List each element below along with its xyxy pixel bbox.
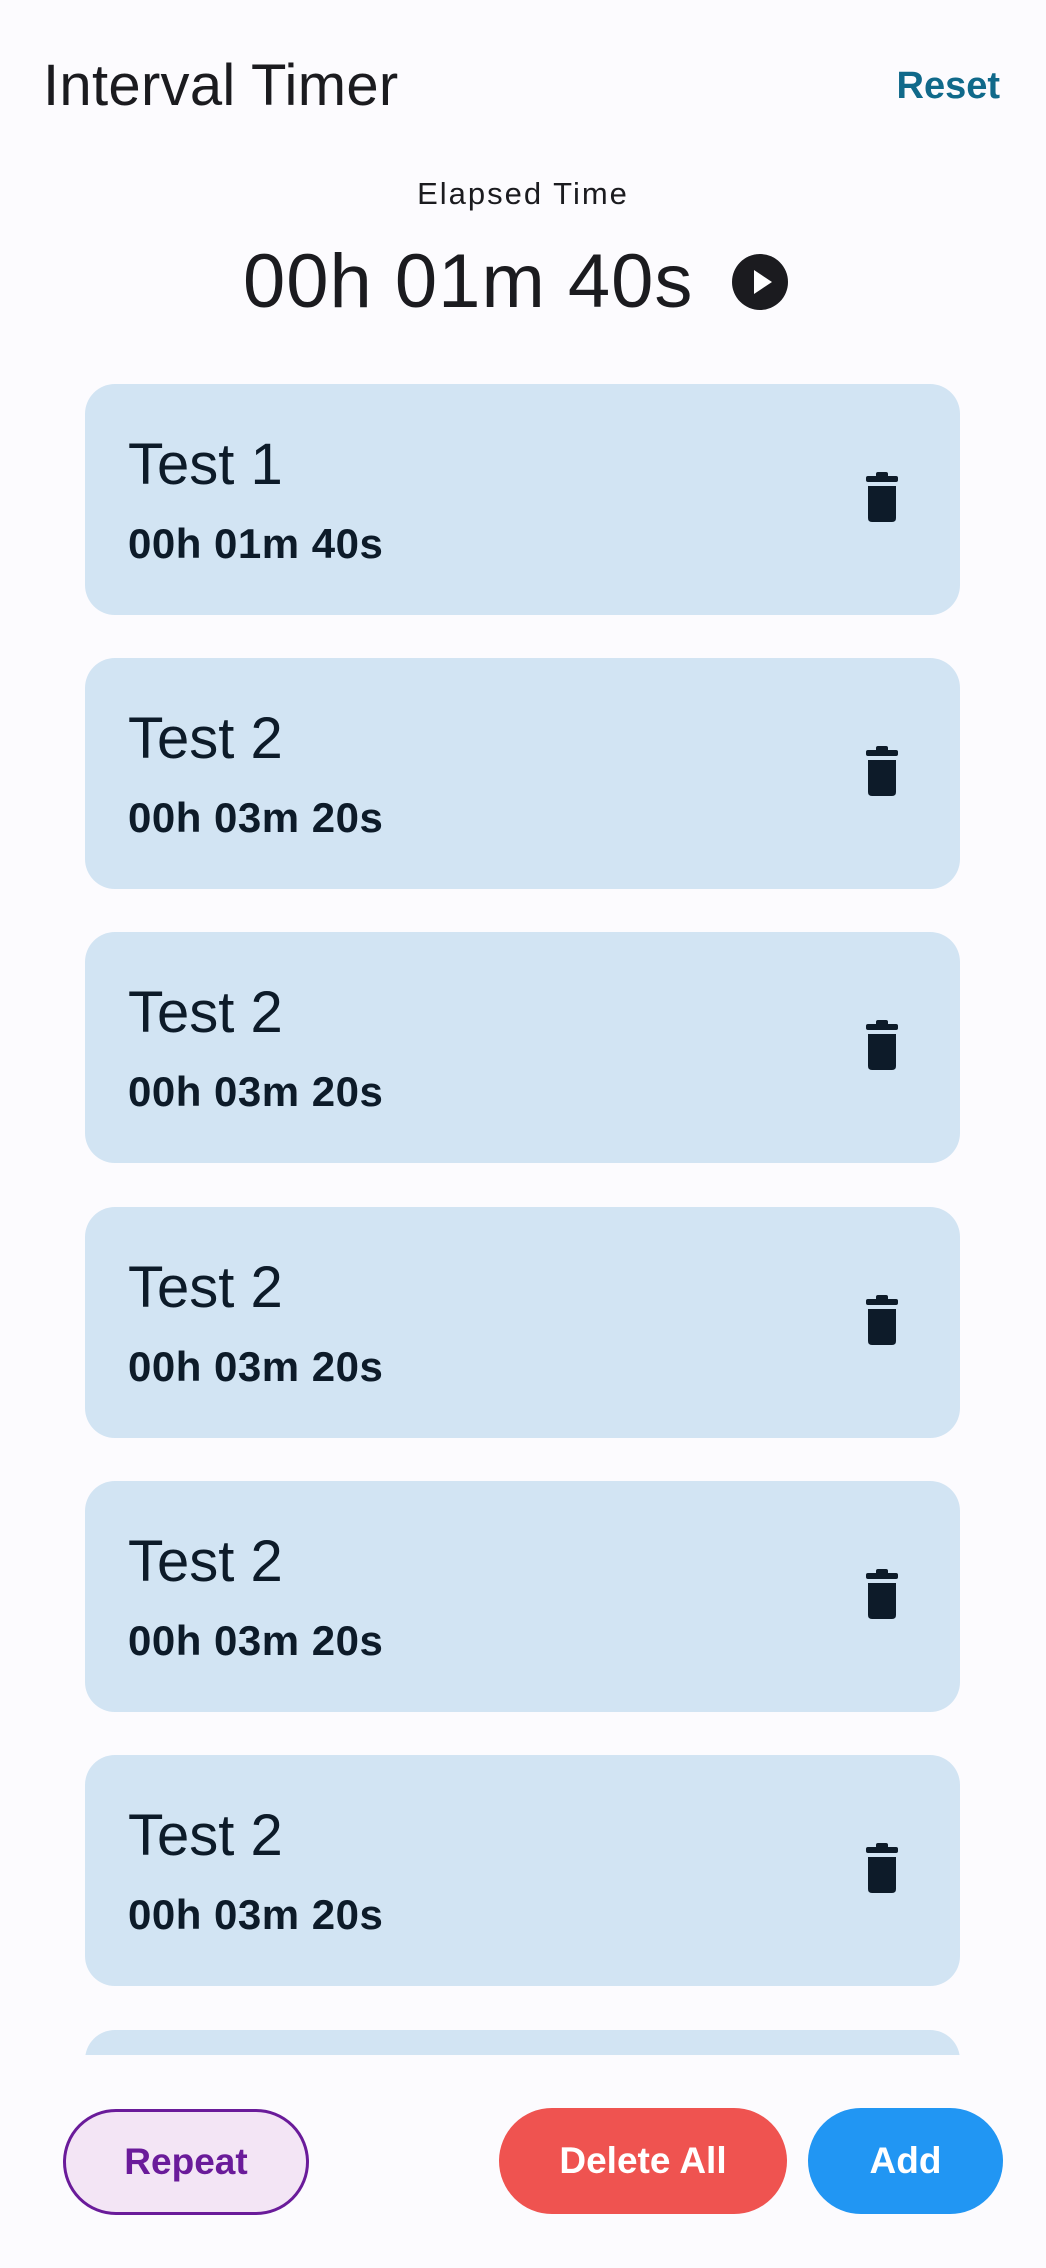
- delete-interval-button[interactable]: [848, 1287, 916, 1355]
- delete-interval-button[interactable]: [848, 464, 916, 532]
- interval-list[interactable]: Test 1 00h 01m 40s Test 2 00h 03m 20s Te…: [0, 384, 1046, 2055]
- interval-duration: 00h 03m 20s: [128, 1617, 384, 1664]
- interval-name: Test 2: [128, 980, 283, 1045]
- interval-duration: 00h 03m 20s: [128, 794, 384, 841]
- interval-card-partial[interactable]: [85, 2030, 960, 2055]
- delete-interval-button[interactable]: [848, 1561, 916, 1629]
- delete-interval-button[interactable]: [848, 1835, 916, 1903]
- interval-duration: 00h 01m 40s: [128, 520, 384, 567]
- interval-duration: 00h 03m 20s: [128, 1343, 384, 1390]
- interval-name: Test 2: [128, 1255, 283, 1320]
- repeat-button[interactable]: Repeat: [63, 2109, 309, 2215]
- trash-icon: [866, 746, 898, 796]
- app-title: Interval Timer: [43, 53, 399, 118]
- elapsed-time-row: 00h 01m 40s: [0, 232, 1046, 332]
- play-icon: [754, 270, 772, 294]
- interval-card[interactable]: Test 2 00h 03m 20s: [85, 658, 960, 889]
- trash-icon: [866, 1569, 898, 1619]
- interval-name: Test 2: [128, 706, 283, 771]
- elapsed-time-value: 00h 01m 40s: [243, 239, 694, 324]
- interval-card[interactable]: Test 2 00h 03m 20s: [85, 1207, 960, 1438]
- interval-card[interactable]: Test 1 00h 01m 40s: [85, 384, 960, 615]
- interval-timer-screen: Interval Timer Reset Elapsed Time 00h 01…: [0, 0, 1046, 2268]
- delete-interval-button[interactable]: [848, 738, 916, 806]
- delete-interval-button[interactable]: [848, 1012, 916, 1080]
- bottom-action-bar: Repeat Delete All Add: [0, 2055, 1046, 2268]
- interval-duration: 00h 03m 20s: [128, 1068, 384, 1115]
- interval-card[interactable]: Test 2 00h 03m 20s: [85, 1481, 960, 1712]
- delete-all-button[interactable]: Delete All: [499, 2108, 787, 2214]
- trash-icon: [866, 472, 898, 522]
- elapsed-time-label: Elapsed Time: [417, 176, 629, 211]
- reset-button[interactable]: Reset: [897, 58, 1001, 114]
- play-button[interactable]: [732, 254, 788, 310]
- interval-name: Test 2: [128, 1529, 283, 1594]
- interval-card[interactable]: Test 2 00h 03m 20s: [85, 1755, 960, 1986]
- interval-card[interactable]: Test 2 00h 03m 20s: [85, 932, 960, 1163]
- interval-name: Test 1: [128, 432, 283, 497]
- interval-name: Test 2: [128, 1803, 283, 1868]
- trash-icon: [866, 1843, 898, 1893]
- add-button[interactable]: Add: [808, 2108, 1003, 2214]
- trash-icon: [866, 1295, 898, 1345]
- trash-icon: [866, 1020, 898, 1070]
- interval-duration: 00h 03m 20s: [128, 1891, 384, 1938]
